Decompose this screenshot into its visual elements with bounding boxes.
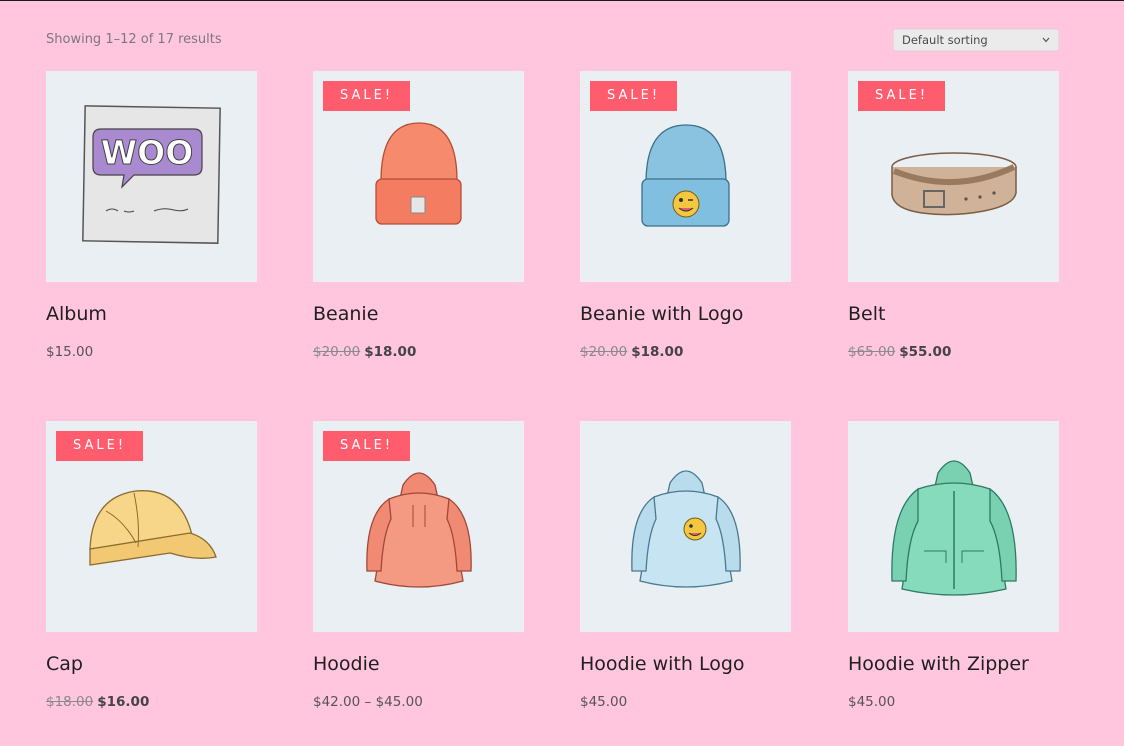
product-price: $18.00 $16.00 — [46, 694, 149, 710]
old-price: $20.00 — [313, 344, 361, 360]
product-title[interactable]: Hoodie with Zipper — [848, 653, 1029, 675]
sort-select[interactable]: Default sorting — [893, 29, 1059, 51]
product-image[interactable]: SALE! — [46, 421, 257, 632]
product-image[interactable] — [580, 421, 791, 632]
svg-text:WOO: WOO — [101, 133, 194, 172]
sale-badge: SALE! — [858, 81, 946, 111]
result-count: Showing 1–12 of 17 results — [46, 32, 222, 47]
product-title[interactable]: Beanie — [313, 303, 378, 325]
product-image[interactable]: SALE! — [848, 71, 1059, 282]
product-title[interactable]: Hoodie — [313, 653, 380, 675]
product-title[interactable]: Beanie with Logo — [580, 303, 743, 325]
hoodie-logo-icon — [631, 470, 741, 588]
sale-badge: SALE! — [323, 81, 411, 111]
product-image[interactable]: SALE! — [313, 71, 524, 282]
product-price: $42.00 – $45.00 — [313, 694, 423, 710]
sale-price: $18.00 — [631, 344, 684, 360]
sort-select-value: Default sorting — [902, 33, 988, 47]
album-icon: WOO — [82, 105, 221, 244]
old-price: $18.00 — [46, 694, 94, 710]
product-title[interactable]: Album — [46, 303, 107, 325]
product-image[interactable]: SALE! — [580, 71, 791, 282]
sale-badge: SALE! — [590, 81, 678, 111]
sale-badge: SALE! — [56, 431, 144, 461]
sale-price: $16.00 — [97, 694, 150, 710]
product-title[interactable]: Cap — [46, 653, 83, 675]
hoodie-zipper-icon — [891, 460, 1017, 596]
product-image[interactable]: SALE! — [313, 421, 524, 632]
price-range: $42.00 – $45.00 — [313, 694, 423, 710]
chevron-down-icon — [1042, 37, 1050, 43]
product-image[interactable] — [848, 421, 1059, 632]
product-title[interactable]: Hoodie with Logo — [580, 653, 745, 675]
old-price: $65.00 — [848, 344, 896, 360]
product-price: $15.00 — [46, 344, 93, 360]
shop-toolbar: Showing 1–12 of 17 results Default sorti… — [46, 29, 1059, 53]
old-price: $20.00 — [580, 344, 628, 360]
product-price: $45.00 — [848, 694, 895, 710]
price-value: $45.00 — [848, 694, 896, 710]
sale-price: $55.00 — [899, 344, 952, 360]
product-price: $20.00 $18.00 — [313, 344, 416, 360]
price-value: $45.00 — [580, 694, 628, 710]
product-image[interactable]: WOO — [46, 71, 257, 282]
product-title[interactable]: Belt — [848, 303, 885, 325]
sale-badge: SALE! — [323, 431, 411, 461]
product-price: $45.00 — [580, 694, 627, 710]
product-price: $65.00 $55.00 — [848, 344, 951, 360]
price-value: $15.00 — [46, 344, 94, 360]
sale-price: $18.00 — [364, 344, 417, 360]
product-price: $20.00 $18.00 — [580, 344, 683, 360]
